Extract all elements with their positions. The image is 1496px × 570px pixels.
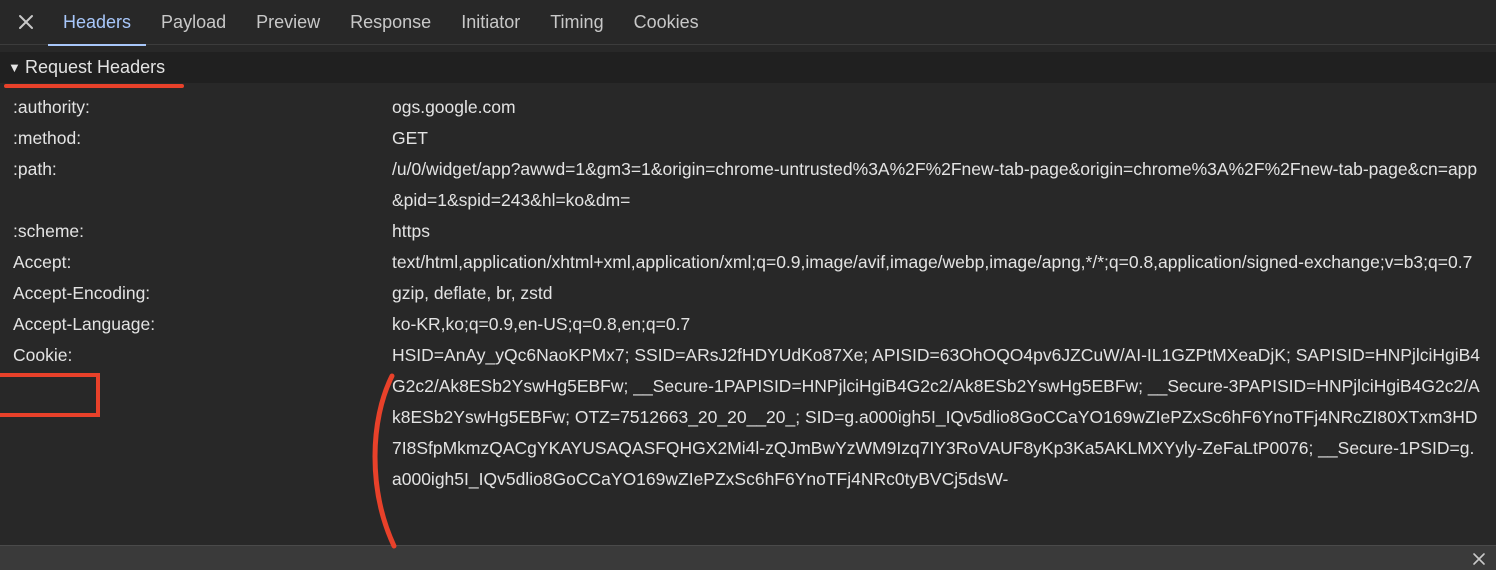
header-row: Accept: text/html,application/xhtml+xml,a… (0, 247, 1496, 278)
header-row: :scheme: https (0, 216, 1496, 247)
header-row: :path: /u/0/widget/app?awwd=1&gm3=1&origi… (0, 154, 1496, 216)
header-name: :scheme: (13, 221, 84, 241)
header-value: GET (392, 128, 428, 148)
section-title: Request Headers (25, 57, 166, 77)
header-name: :path: (13, 159, 57, 179)
close-icon[interactable] (1470, 550, 1488, 568)
header-name: Accept-Encoding: (13, 283, 151, 303)
tab-response[interactable]: Response (335, 0, 446, 45)
tab-bar: Headers Payload Preview Response Initiator Ti… (0, 0, 1496, 46)
header-value: /u/0/widget/app?awwd=1&gm3=1&origin=chro… (392, 159, 1478, 210)
annotation-underline (4, 84, 184, 88)
header-value: HSID=AnAy_yQc6NaoKPMx7; SSID=ARsJ2fHDYUd… (392, 345, 1481, 489)
tab-payload[interactable]: Payload (146, 0, 241, 45)
header-row: :authority: ogs.google.com (0, 92, 1496, 123)
header-row: Accept-Encoding: gzip, deflate, br, zstd (0, 278, 1496, 309)
triangle-down-icon: ▼ (8, 60, 21, 75)
header-value: https (392, 221, 430, 241)
request-headers-section-toggle[interactable]: ▼ Request Headers (0, 52, 1496, 83)
header-value: ko-KR,ko;q=0.9,en-US;q=0.8,en;q=0.7 (392, 314, 691, 334)
header-value: gzip, deflate, br, zstd (392, 283, 553, 303)
header-name: Accept: (13, 252, 72, 272)
tab-preview[interactable]: Preview (241, 0, 335, 45)
header-rows: :authority: ogs.google.com :method: GET :pat… (0, 92, 1496, 495)
header-name: :method: (13, 128, 82, 148)
header-row: Cookie: HSID=AnAy_yQc6NaoKPMx7; SSID=ARsJ… (0, 340, 1496, 495)
close-icon[interactable] (12, 8, 40, 36)
tab-timing[interactable]: Timing (535, 0, 618, 45)
tab-initiator[interactable]: Initiator (446, 0, 535, 45)
bottom-drawer-bar (0, 545, 1496, 570)
header-value: text/html,application/xhtml+xml,applicat… (392, 252, 1473, 272)
tab-headers[interactable]: Headers (48, 0, 147, 46)
tab-cookies[interactable]: Cookies (619, 0, 714, 45)
header-name: :authority: (13, 97, 90, 117)
header-value: ogs.google.com (392, 97, 516, 117)
tabs: Headers Payload Preview Response Initiator Ti… (48, 0, 714, 46)
devtools-network-headers-panel: Headers Payload Preview Response Initiator Ti… (0, 0, 1496, 570)
header-row: :method: GET (0, 123, 1496, 154)
header-row: Accept-Language: ko-KR,ko;q=0.9,en-US;q=0… (0, 309, 1496, 340)
header-name: Accept-Language: (13, 314, 156, 334)
header-name: Cookie: (13, 345, 73, 365)
